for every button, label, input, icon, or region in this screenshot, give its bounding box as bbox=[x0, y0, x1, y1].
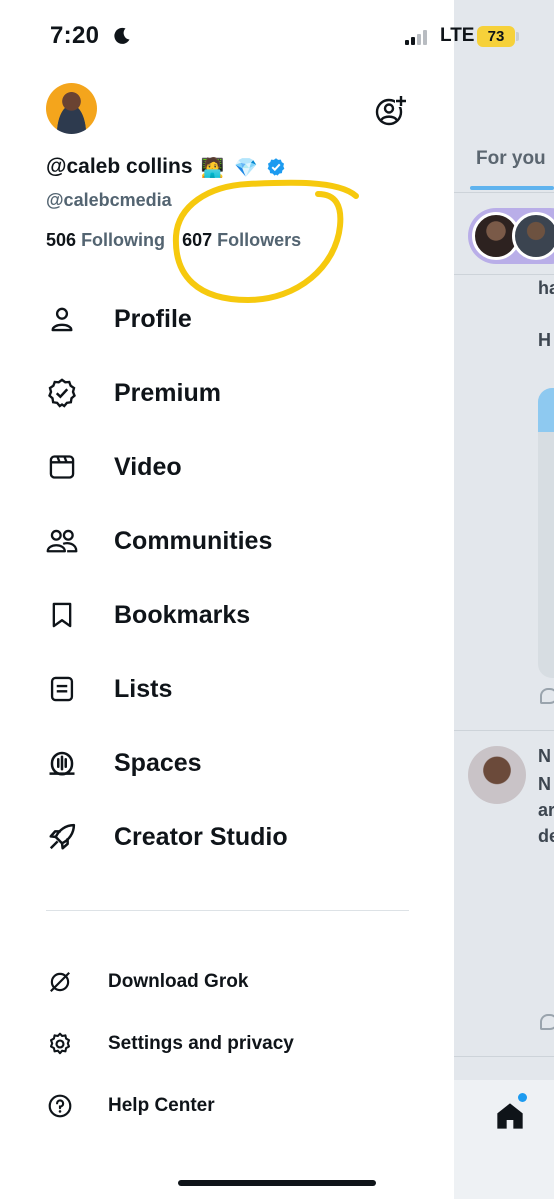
gear-icon bbox=[46, 1030, 74, 1058]
menu-item-label: Communities bbox=[114, 526, 273, 555]
home-icon[interactable] bbox=[494, 1100, 526, 1132]
side-drawer: @caleb collins 🧑‍💻 💎 @calebcmedia 506 Fo… bbox=[0, 0, 454, 1199]
add-account-icon[interactable] bbox=[375, 95, 407, 127]
timeline-divider bbox=[454, 192, 554, 193]
person-icon bbox=[46, 303, 78, 335]
fleet-avatar bbox=[512, 212, 554, 260]
verified-icon bbox=[267, 158, 285, 176]
home-indicator[interactable] bbox=[178, 1180, 376, 1186]
followers-count: 607 bbox=[182, 230, 213, 250]
tweet-text-fragment: ar bbox=[538, 800, 554, 820]
tweet-text-fragment: H bbox=[538, 330, 551, 350]
display-name[interactable]: @caleb collins 🧑‍💻 💎 bbox=[46, 155, 286, 179]
user-handle[interactable]: @calebcmedia bbox=[46, 190, 172, 211]
video-icon bbox=[46, 451, 78, 483]
comment-icon[interactable] bbox=[540, 688, 554, 704]
menu-item-label: Video bbox=[114, 452, 182, 481]
menu-item-settings[interactable]: Settings and privacy bbox=[0, 1016, 454, 1072]
menu-item-spaces[interactable]: Spaces bbox=[0, 726, 454, 800]
timeline-divider bbox=[454, 274, 554, 275]
tab-underline bbox=[470, 186, 554, 190]
following-link[interactable]: 506 Following bbox=[46, 230, 165, 250]
tweet-text-fragment: ha bbox=[538, 278, 554, 298]
menu-item-profile[interactable]: Profile bbox=[0, 282, 454, 356]
tweet-text-fragment: de bbox=[538, 826, 554, 846]
timeline-panel[interactable]: For you ha H N N ar de bbox=[454, 0, 554, 1199]
avatar[interactable] bbox=[46, 83, 97, 134]
comment-icon[interactable] bbox=[540, 1014, 554, 1030]
menu-item-label: Settings and privacy bbox=[108, 1033, 294, 1054]
diamond-emoji: 💎 bbox=[234, 156, 258, 179]
menu-item-label: Profile bbox=[114, 304, 192, 333]
technologist-emoji: 🧑‍💻 bbox=[200, 156, 225, 179]
tweet-avatar[interactable] bbox=[468, 746, 526, 804]
list-icon bbox=[46, 673, 78, 705]
spaces-fleet[interactable] bbox=[468, 208, 554, 264]
menu-item-label: Bookmarks bbox=[114, 600, 251, 629]
bottom-nav bbox=[454, 1080, 554, 1199]
grok-icon bbox=[46, 968, 74, 996]
menu-item-label: Download Grok bbox=[108, 971, 249, 992]
menu-item-bookmarks[interactable]: Bookmarks bbox=[0, 578, 454, 652]
menu-item-label: Spaces bbox=[114, 748, 202, 777]
help-icon bbox=[46, 1092, 74, 1120]
tab-for-you[interactable]: For you bbox=[476, 148, 546, 170]
tweet-text-fragment: N bbox=[538, 774, 551, 794]
followers-link[interactable]: 607 Followers bbox=[182, 230, 301, 250]
menu-item-creator-studio[interactable]: Creator Studio bbox=[0, 800, 454, 874]
battery-tip bbox=[516, 32, 519, 41]
bookmark-icon bbox=[46, 599, 78, 631]
tweet-card-banner bbox=[538, 388, 554, 432]
timeline-divider bbox=[454, 730, 554, 731]
tweet-text-fragment: N bbox=[538, 746, 551, 766]
menu-item-video[interactable]: Video bbox=[0, 430, 454, 504]
display-name-text: @caleb collins bbox=[46, 155, 193, 178]
menu-item-label: Help Center bbox=[108, 1095, 215, 1116]
followers-label: Followers bbox=[217, 230, 302, 250]
menu-item-lists[interactable]: Lists bbox=[0, 652, 454, 726]
menu-item-label: Lists bbox=[114, 674, 173, 703]
following-count: 506 bbox=[46, 230, 77, 250]
following-label: Following bbox=[81, 230, 166, 250]
notification-dot bbox=[518, 1093, 527, 1102]
menu-item-download-grok[interactable]: Download Grok bbox=[0, 954, 454, 1010]
menu-item-communities[interactable]: Communities bbox=[0, 504, 454, 578]
communities-icon bbox=[46, 525, 78, 557]
follow-stats: 506 Following 607 Followers bbox=[46, 230, 301, 251]
menu-divider bbox=[46, 910, 409, 911]
spaces-icon bbox=[46, 747, 78, 779]
timeline-divider bbox=[454, 1056, 554, 1057]
menu-item-premium[interactable]: Premium bbox=[0, 356, 454, 430]
verified-badge-icon bbox=[46, 377, 78, 409]
battery-icon: 73 bbox=[477, 26, 515, 47]
menu-item-label: Premium bbox=[114, 378, 221, 407]
menu-item-label: Creator Studio bbox=[114, 822, 288, 851]
menu-item-help-center[interactable]: Help Center bbox=[0, 1078, 454, 1134]
rocket-icon bbox=[46, 821, 78, 853]
